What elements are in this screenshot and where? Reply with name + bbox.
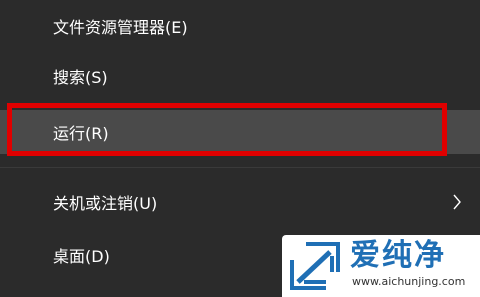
menu-item-run[interactable]: 运行(R) — [0, 110, 480, 154]
menu-item-search[interactable]: 搜索(S) — [0, 58, 480, 94]
context-menu: 文件资源管理器(E) 搜索(S) 运行(R) 关机或注销(U) 桌面(D) 爱纯… — [0, 0, 480, 297]
menu-item-label: 关机或注销(U) — [53, 194, 158, 213]
watermark-url: www.aichunjing.com — [352, 275, 466, 288]
menu-item-label: 搜索(S) — [53, 68, 108, 87]
menu-divider — [0, 167, 480, 168]
chevron-right-icon — [453, 194, 461, 210]
menu-item-shutdown-signout[interactable]: 关机或注销(U) — [0, 184, 480, 220]
menu-item-label: 文件资源管理器(E) — [53, 18, 188, 37]
menu-item-label: 桌面(D) — [53, 247, 110, 266]
menu-item-file-explorer[interactable]: 文件资源管理器(E) — [0, 8, 480, 44]
watermark: 爱纯净 www.aichunjing.com — [282, 235, 480, 297]
watermark-title: 爱纯净 — [350, 238, 446, 273]
logo-icon — [290, 242, 340, 290]
menu-item-label: 运行(R) — [53, 124, 109, 143]
